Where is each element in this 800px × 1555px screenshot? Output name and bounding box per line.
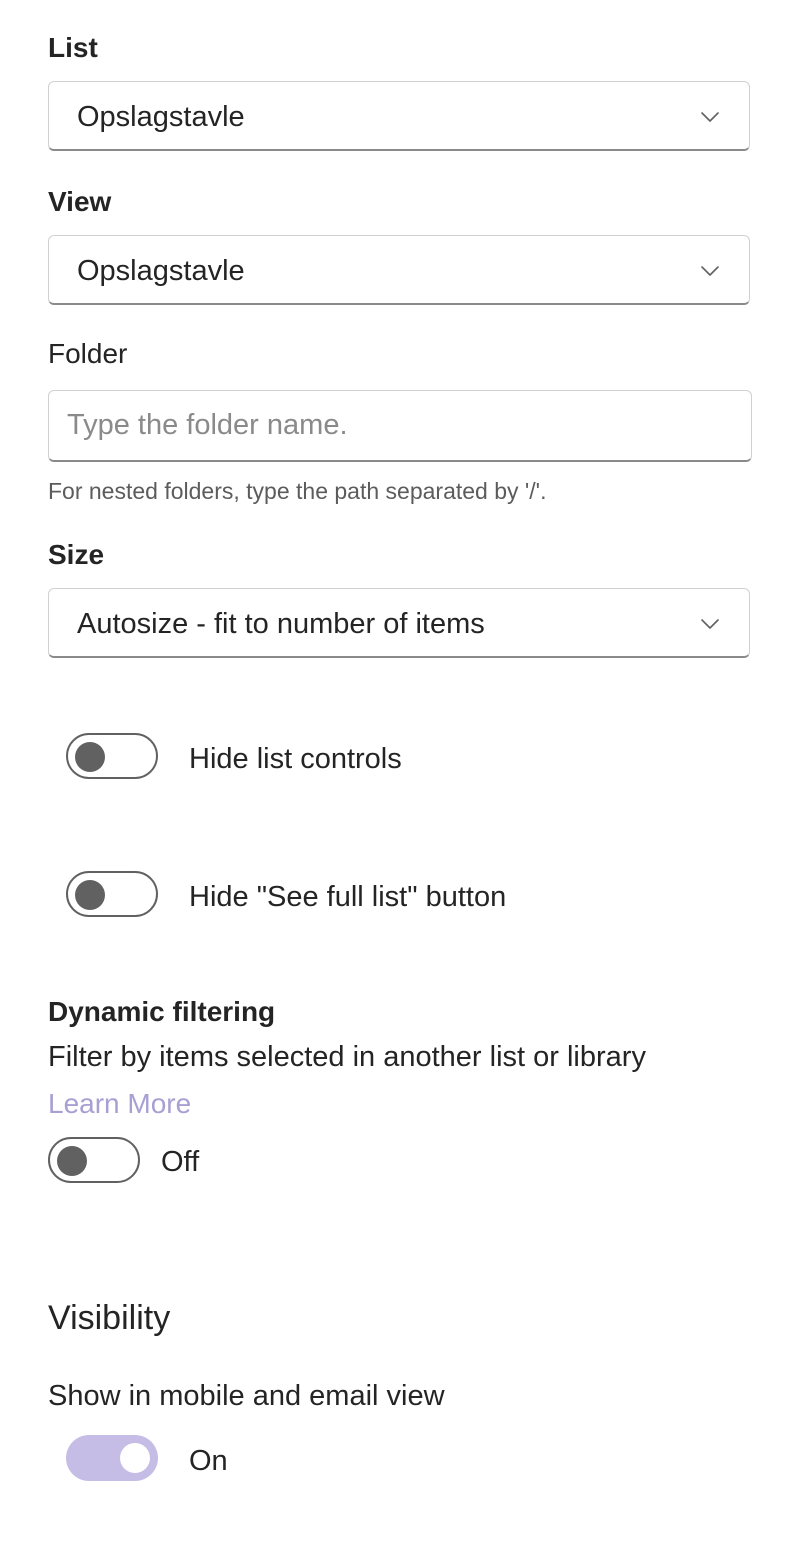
show-mobile-email-toggle[interactable] [66, 1435, 158, 1481]
visibility-heading: Visibility [48, 1299, 171, 1337]
size-label: Size [48, 539, 105, 570]
dynamic-filtering-toggle[interactable] [48, 1137, 140, 1183]
view-dropdown-value: Opslagstavle [77, 255, 245, 287]
chevron-down-icon [701, 619, 719, 629]
toggle-knob [75, 880, 105, 910]
show-mobile-email-label: Show in mobile and email view [48, 1380, 445, 1412]
folder-hint: For nested folders, type the path separa… [48, 478, 547, 504]
toggle-knob [75, 742, 105, 772]
view-dropdown[interactable]: Opslagstavle [48, 235, 750, 305]
dynamic-filtering-heading: Dynamic filtering [48, 996, 276, 1027]
dynamic-filtering-description: Filter by items selected in another list… [48, 1041, 646, 1073]
toggle-knob [57, 1146, 87, 1176]
size-dropdown-value: Autosize - fit to number of items [77, 608, 485, 640]
show-mobile-email-state: On [189, 1445, 228, 1477]
hide-list-controls-toggle[interactable] [66, 733, 158, 779]
list-dropdown-value: Opslagstavle [77, 101, 245, 133]
toggle-knob [120, 1443, 150, 1473]
hide-see-full-list-toggle[interactable] [66, 871, 158, 917]
list-dropdown[interactable]: Opslagstavle [48, 81, 750, 151]
folder-label: Folder [48, 338, 128, 369]
view-label: View [48, 186, 112, 217]
folder-input[interactable] [48, 390, 752, 462]
size-dropdown[interactable]: Autosize - fit to number of items [48, 588, 750, 658]
list-label: List [48, 32, 98, 63]
learn-more-link[interactable]: Learn More [48, 1087, 191, 1121]
dynamic-filtering-state: Off [161, 1146, 200, 1178]
chevron-down-icon [701, 266, 719, 276]
chevron-down-icon [701, 112, 719, 122]
hide-see-full-list-label: Hide "See full list" button [189, 881, 507, 913]
hide-list-controls-label: Hide list controls [189, 743, 402, 775]
